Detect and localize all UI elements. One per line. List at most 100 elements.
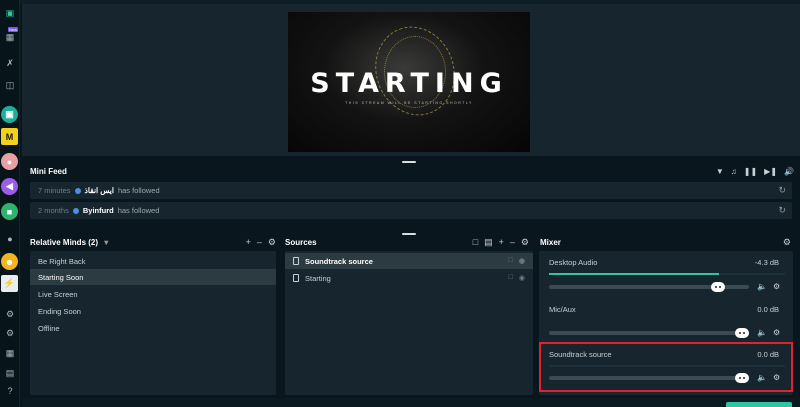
sources-list: Soundtrack source □ ◉ Starting □ ◉ bbox=[285, 251, 533, 395]
mixer-settings-icon[interactable]: ⚙ bbox=[783, 237, 791, 248]
add-group-icon[interactable]: □ bbox=[473, 237, 478, 248]
source-label: Soundtrack source bbox=[305, 256, 373, 266]
scene-item[interactable]: Be Right Back bbox=[30, 253, 276, 269]
visibility-icon[interactable]: ◉ bbox=[519, 274, 525, 282]
remove-source-icon[interactable]: – bbox=[510, 237, 515, 248]
app-icon-2[interactable]: ● bbox=[1, 153, 18, 170]
pause-icon[interactable]: ❚❚ bbox=[744, 167, 757, 176]
channel-controls: 🔈 ⚙ bbox=[757, 328, 780, 337]
scenes-list: Be Right Back Starting Soon Live Screen … bbox=[30, 251, 276, 395]
sources-title: Sources bbox=[285, 238, 317, 247]
scene-item[interactable]: Ending Soon bbox=[30, 303, 276, 319]
grid-icon[interactable]: ▦ bbox=[2, 346, 18, 360]
feed-name: Byinfurd bbox=[82, 206, 114, 215]
app-icon-1[interactable]: ▣ bbox=[1, 106, 18, 123]
help-icon[interactable]: ? bbox=[2, 384, 18, 398]
app-icon-4[interactable]: ■ bbox=[1, 203, 18, 220]
music-icon[interactable]: ♫ bbox=[731, 167, 737, 176]
volume-slider-thumb[interactable] bbox=[710, 282, 725, 292]
app-icon-6[interactable]: ⚡ bbox=[1, 275, 18, 292]
mini-feed-title: Mini Feed bbox=[30, 167, 67, 176]
source-settings-icon[interactable]: ⚙ bbox=[521, 237, 529, 248]
mute-icon[interactable]: 🔈 bbox=[757, 282, 767, 291]
add-scene-icon[interactable]: + bbox=[246, 237, 251, 248]
scene-collection-label: Relative Minds (2) bbox=[30, 238, 99, 247]
volume-slider-thumb[interactable] bbox=[735, 328, 749, 338]
channel-name: Mic/Aux bbox=[549, 305, 576, 314]
sources-controls: □ ▤ + – ⚙ bbox=[473, 237, 529, 248]
feed-event: 7 minutes ايس انقاذ has followed ↻ bbox=[30, 182, 792, 199]
audio-meter-fill bbox=[549, 273, 719, 275]
scenes-controls: + – ⚙ bbox=[246, 237, 276, 248]
scene-item-active[interactable]: Starting Soon bbox=[30, 269, 276, 285]
scene-item[interactable]: Live Screen bbox=[30, 286, 276, 302]
mixer-title: Mixer bbox=[540, 238, 561, 247]
source-controls: □ ◉ bbox=[509, 257, 525, 265]
visibility-icon[interactable]: ◉ bbox=[519, 257, 525, 265]
themes-icon[interactable]: ▦ bbox=[2, 30, 18, 44]
store-icon[interactable]: ◫ bbox=[2, 78, 18, 92]
volume-slider[interactable] bbox=[549, 328, 749, 338]
add-source-icon[interactable]: + bbox=[499, 237, 504, 248]
soundtrack-source-highlight bbox=[539, 342, 793, 392]
channel-db: 0.0 dB bbox=[757, 305, 779, 314]
feed-action: has followed bbox=[117, 186, 160, 195]
scene-item[interactable]: Offline bbox=[30, 320, 276, 336]
source-type-icon bbox=[293, 257, 299, 265]
repeat-alert-icon[interactable]: ↻ bbox=[778, 185, 786, 196]
app-icon-m[interactable]: M bbox=[1, 128, 18, 145]
channel-name: Desktop Audio bbox=[549, 258, 598, 267]
source-controls: □ ◉ bbox=[509, 274, 525, 282]
app-icon-3[interactable]: ◀ bbox=[1, 178, 18, 195]
bottom-bar bbox=[22, 398, 800, 407]
app-icon-5[interactable]: ☻ bbox=[1, 253, 18, 270]
source-label: Starting bbox=[305, 273, 331, 283]
dot-icon[interactable]: ● bbox=[2, 232, 18, 246]
scene-settings-icon[interactable]: ⚙ bbox=[268, 237, 276, 248]
follow-icon bbox=[72, 207, 79, 214]
channel-settings-icon[interactable]: ⚙ bbox=[773, 282, 780, 291]
mute-icon[interactable]: 🔈 bbox=[757, 328, 767, 337]
mini-feed-panel: Mini Feed ▼ ♫ ❚❚ ▶❚ 🔊 7 minutes ايس انقا… bbox=[22, 163, 800, 225]
layout-icon[interactable]: ⚙ bbox=[2, 326, 18, 340]
scene-collection-title[interactable]: Relative Minds (2) ▾ bbox=[30, 238, 108, 247]
source-item[interactable]: Starting □ ◉ bbox=[285, 270, 533, 286]
left-sidebar: ▣ ▦ New ✗ ◫ ▣ M ● ◀ ■ ● ☻ ⚡ ⚙ ⚙ ▦ ▤ ? bbox=[0, 0, 20, 407]
preview-title: STARTING bbox=[310, 68, 508, 99]
settings-icon[interactable]: ⚙ bbox=[2, 307, 18, 321]
volume-icon[interactable]: 🔊 bbox=[784, 167, 794, 176]
scenes-dock: Relative Minds (2) ▾ + – ⚙ Be Right Back… bbox=[22, 236, 280, 396]
studio-mode-icon[interactable]: ▣ bbox=[2, 6, 18, 20]
source-type-icon bbox=[293, 274, 299, 282]
lock-icon[interactable]: □ bbox=[509, 257, 513, 265]
chevron-down-icon[interactable]: ▾ bbox=[104, 238, 108, 247]
mixer-controls: ⚙ bbox=[783, 237, 791, 248]
volume-slider[interactable] bbox=[549, 282, 749, 292]
go-live-button[interactable] bbox=[726, 402, 792, 407]
source-item-active[interactable]: Soundtrack source □ ◉ bbox=[285, 253, 533, 269]
audio-meter bbox=[549, 273, 785, 275]
repeat-alert-icon[interactable]: ↻ bbox=[778, 205, 786, 216]
stats-icon[interactable]: ▤ bbox=[2, 366, 18, 380]
remove-scene-icon[interactable]: – bbox=[257, 237, 262, 248]
filter-icon[interactable]: ▼ bbox=[716, 167, 724, 176]
new-badge: New bbox=[8, 27, 19, 32]
feed-time: 7 minutes bbox=[38, 186, 71, 195]
stream-preview[interactable]: STARTING THIS STREAM WILL BE STARTING SH… bbox=[288, 12, 530, 152]
feed-action: has followed bbox=[117, 206, 160, 215]
channel-db: -4.3 dB bbox=[754, 258, 779, 267]
tools-icon[interactable]: ✗ bbox=[2, 56, 18, 70]
channel-controls: 🔈 ⚙ bbox=[757, 282, 780, 291]
lock-icon[interactable]: □ bbox=[509, 274, 513, 282]
feed-time: 2 months bbox=[38, 206, 69, 215]
follow-icon bbox=[74, 187, 81, 194]
skip-icon[interactable]: ▶❚ bbox=[764, 167, 777, 176]
channel-settings-icon[interactable]: ⚙ bbox=[773, 328, 780, 337]
folder-icon[interactable]: ▤ bbox=[484, 237, 493, 248]
feed-name: ايس انقاذ bbox=[84, 186, 114, 195]
resize-handle-bottom[interactable] bbox=[402, 233, 416, 235]
preview-area: STARTING THIS STREAM WILL BE STARTING SH… bbox=[22, 4, 800, 156]
sources-dock: Sources □ ▤ + – ⚙ Soundtrack source □ ◉ S… bbox=[285, 236, 533, 396]
mini-feed-controls: ▼ ♫ ❚❚ ▶❚ 🔊 bbox=[716, 167, 794, 176]
preview-subtitle: THIS STREAM WILL BE STARTING SHORTLY bbox=[345, 101, 473, 105]
